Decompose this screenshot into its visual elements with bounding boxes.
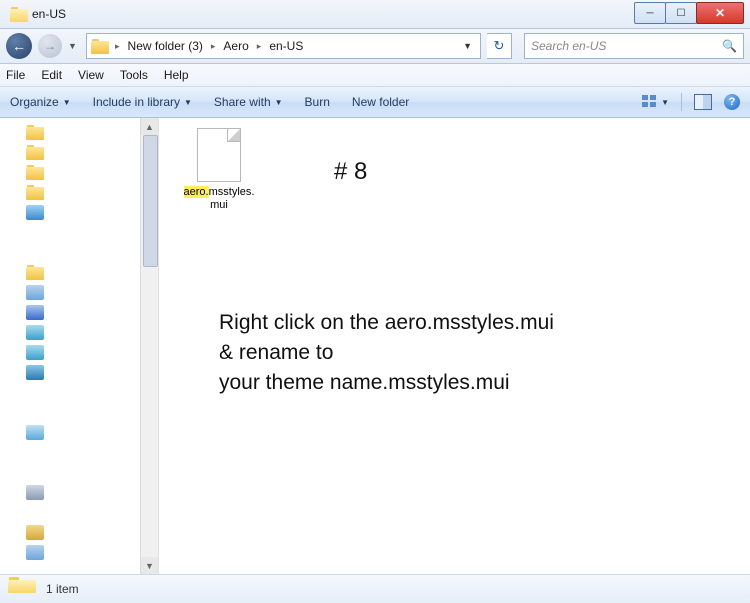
- window-title: en-US: [32, 7, 66, 21]
- file-rename-input[interactable]: aero.msstyles.mui: [181, 186, 257, 212]
- new-folder-button[interactable]: New folder: [352, 95, 409, 109]
- scroll-thumb[interactable]: [143, 135, 158, 267]
- nav-item[interactable]: [26, 342, 158, 362]
- nav-item[interactable]: [26, 202, 158, 222]
- chevron-right-icon[interactable]: ▸: [209, 41, 218, 52]
- nav-item[interactable]: [26, 122, 158, 142]
- forward-button[interactable]: →: [38, 34, 62, 58]
- nav-item[interactable]: [26, 262, 158, 282]
- titlebar: en-US ─ ☐ ✕: [0, 0, 750, 29]
- nav-item[interactable]: [26, 482, 158, 502]
- nav-item[interactable]: [26, 142, 158, 162]
- search-icon[interactable]: 🔍: [722, 39, 737, 53]
- menu-file[interactable]: File: [6, 68, 25, 82]
- file-item[interactable]: aero.msstyles.mui: [181, 128, 257, 212]
- separator: [681, 93, 682, 111]
- explorer-window: en-US ─ ☐ ✕ ← → ▼ ▸ New folder (3) ▸ Aer…: [0, 0, 750, 578]
- search-placeholder: Search en-US: [531, 39, 606, 53]
- include-library-button[interactable]: Include in library▼: [93, 95, 192, 109]
- organize-button[interactable]: Organize▼: [10, 95, 71, 109]
- back-button[interactable]: ←: [6, 33, 32, 59]
- window-controls: ─ ☐ ✕: [635, 2, 744, 24]
- chevron-right-icon[interactable]: ▸: [255, 41, 264, 52]
- nav-item[interactable]: [26, 522, 158, 542]
- history-dropdown[interactable]: ▼: [68, 41, 80, 51]
- address-bar[interactable]: ▸ New folder (3) ▸ Aero ▸ en-US ▼: [86, 33, 481, 59]
- folder-icon: [8, 577, 36, 601]
- chevron-right-icon[interactable]: ▸: [113, 41, 122, 52]
- status-item-count: 1 item: [46, 582, 79, 596]
- nav-item[interactable]: [26, 182, 158, 202]
- breadcrumb-seg[interactable]: en-US: [267, 39, 305, 53]
- burn-button[interactable]: Burn: [305, 95, 330, 109]
- view-options-button[interactable]: ▼: [642, 95, 669, 109]
- preview-pane-button[interactable]: [694, 94, 712, 110]
- menu-edit[interactable]: Edit: [41, 68, 62, 82]
- refresh-button[interactable]: ↻: [487, 33, 512, 59]
- nav-row: ← → ▼ ▸ New folder (3) ▸ Aero ▸ en-US ▼ …: [0, 29, 750, 64]
- close-button[interactable]: ✕: [696, 2, 744, 24]
- minimize-button[interactable]: ─: [634, 2, 666, 24]
- nav-item[interactable]: [26, 162, 158, 182]
- scroll-up-button[interactable]: ▲: [141, 118, 158, 135]
- nav-item[interactable]: [26, 322, 158, 342]
- menubar: File Edit View Tools Help: [0, 64, 750, 87]
- nav-item[interactable]: [26, 422, 158, 442]
- maximize-button[interactable]: ☐: [665, 2, 697, 24]
- annotation-text: Right click on the aero.msstyles.mui & r…: [219, 308, 554, 398]
- scroll-down-button[interactable]: ▼: [141, 557, 158, 574]
- command-bar: Organize▼ Include in library▼ Share with…: [0, 87, 750, 118]
- menu-help[interactable]: Help: [164, 68, 189, 82]
- file-list-pane[interactable]: aero.msstyles.mui # 8 Right click on the…: [159, 118, 750, 574]
- nav-item[interactable]: [26, 282, 158, 302]
- menu-view[interactable]: View: [78, 68, 104, 82]
- folder-icon: [91, 39, 109, 54]
- address-dropdown[interactable]: ▼: [459, 41, 476, 51]
- search-input[interactable]: Search en-US 🔍: [524, 33, 744, 59]
- annotation-step: # 8: [334, 158, 367, 186]
- nav-scrollbar[interactable]: ▲ ▼: [140, 118, 158, 574]
- nav-item[interactable]: [26, 542, 158, 562]
- status-bar: 1 item: [0, 574, 750, 603]
- breadcrumb-seg[interactable]: Aero: [221, 39, 250, 53]
- share-with-button[interactable]: Share with▼: [214, 95, 283, 109]
- menu-tools[interactable]: Tools: [120, 68, 148, 82]
- folder-icon: [10, 7, 26, 21]
- file-icon: [197, 128, 241, 182]
- navigation-pane[interactable]: ▲ ▼: [0, 118, 159, 574]
- help-icon[interactable]: ?: [724, 94, 740, 110]
- nav-item[interactable]: [26, 302, 158, 322]
- breadcrumb-seg[interactable]: New folder (3): [126, 39, 205, 53]
- nav-item[interactable]: [26, 362, 158, 382]
- explorer-body: ▲ ▼ aero.msstyles.mui # 8 Right click on…: [0, 118, 750, 574]
